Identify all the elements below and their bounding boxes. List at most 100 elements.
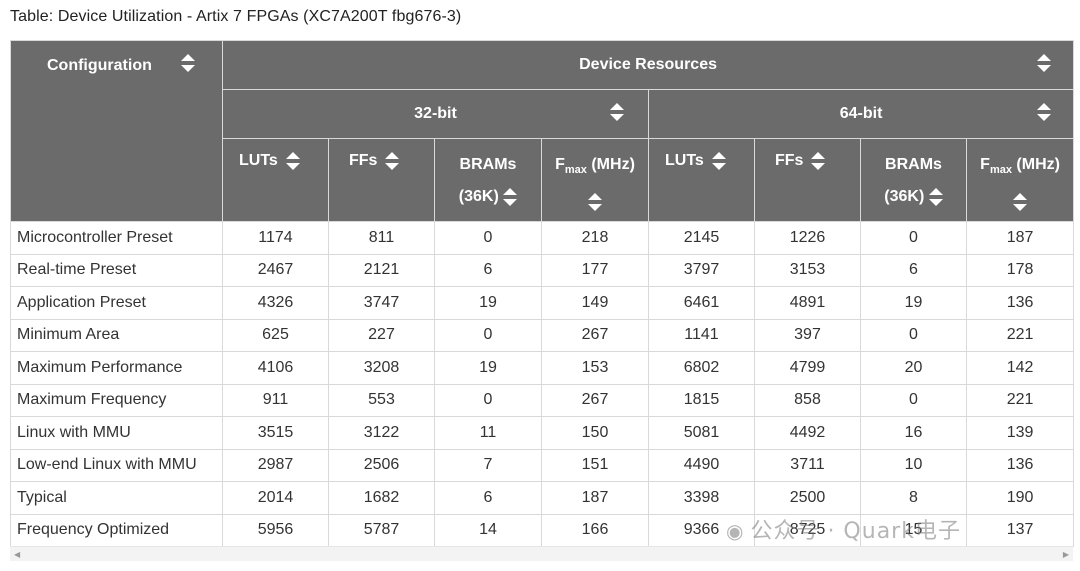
value-cell: 4799 [754,351,861,385]
header-64-luts[interactable]: LUTs [648,138,755,222]
value-cell: 2467 [222,253,329,287]
value-cell: 5956 [222,513,329,547]
value-cell: 20 [860,351,967,385]
value-cell: 151 [541,448,649,482]
value-cell: 3515 [222,416,329,450]
header-32-fmax[interactable]: Fmax (MHz) [541,138,649,222]
header-configuration-label: Configuration [47,57,152,74]
value-cell: 0 [434,383,542,417]
value-cell: 150 [541,416,649,450]
value-cell: 0 [860,383,967,417]
sort-icon[interactable] [385,151,400,171]
header-32-ffs[interactable]: FFs [328,138,435,222]
table-body: Microcontroller Preset 1174 811 0 218 2145 122… [10,221,1075,547]
watermark-text: 公众号 · Quark电子 [750,519,961,544]
config-name-cell: Linux with MMU [10,416,223,450]
sort-icon[interactable] [811,151,826,171]
header-brams-label-line2: (36K) [458,188,499,205]
sort-icon[interactable] [928,187,943,207]
value-cell: 136 [965,286,1075,320]
sort-icon[interactable] [1037,102,1052,122]
value-cell: 16 [860,416,967,450]
value-cell: 4326 [222,286,329,320]
value-cell: 7 [434,448,542,482]
value-cell: 149 [541,286,649,320]
value-cell: 267 [541,383,649,417]
value-cell: 5081 [648,416,755,450]
table-row: Linux with MMU 3515 3122 11 150 5081 4492 16 139 [10,416,1075,450]
header-ffs-label: FFs [349,152,378,169]
value-cell: 911 [222,383,329,417]
sort-icon[interactable] [610,102,624,122]
value-cell: 6461 [648,286,755,320]
header-device-resources[interactable]: Device Resources [221,40,1075,90]
value-cell: 625 [222,318,329,352]
value-cell: 190 [965,481,1075,515]
value-cell: 221 [965,318,1075,352]
header-brams-label-line1: BRAMs [885,156,942,173]
header-64-brams[interactable]: BRAMs (36K) [860,138,967,222]
header-64-fmax[interactable]: Fmax (MHz) [965,138,1075,222]
config-name-cell: Frequency Optimized [10,513,223,547]
sort-icon[interactable] [285,151,300,171]
value-cell: 19 [434,351,542,385]
header-64bit-label: 64-bit [839,105,883,122]
table-row: Application Preset 4326 3747 19 149 6461 4891 1… [10,286,1075,320]
header-32-brams[interactable]: BRAMs (36K) [434,138,542,222]
value-cell: 8 [860,481,967,515]
sort-icon[interactable] [1037,53,1052,73]
scroll-right-arrow-icon[interactable]: ▶ [1063,550,1069,559]
header-fmax-label: Fmax (MHz) [980,156,1060,176]
sort-icon[interactable] [503,187,518,207]
value-cell: 10 [860,448,967,482]
sort-icon[interactable] [588,192,602,212]
value-cell: 4490 [648,448,755,482]
table-row: Real-time Preset 2467 2121 6 177 3797 3153 6 178 [10,253,1075,287]
sort-icon[interactable] [711,151,726,171]
value-cell: 2500 [754,481,861,515]
header-32-luts[interactable]: LUTs [222,138,329,222]
value-cell: 1141 [648,318,755,352]
value-cell: 6 [434,253,542,287]
value-cell: 1815 [648,383,755,417]
config-name-cell: Low-end Linux with MMU [10,448,223,482]
header-brams-label-line2: (36K) [884,188,925,205]
value-cell: 3711 [754,448,861,482]
header-brams-label-line1: BRAMs [459,156,517,173]
sort-icon[interactable] [1013,192,1028,212]
table-row: Typical 2014 1682 6 187 3398 2500 8 190 [10,481,1075,515]
value-cell: 6802 [648,351,755,385]
value-cell: 3153 [754,253,861,287]
config-name-cell: Application Preset [10,286,223,320]
value-cell: 187 [965,221,1075,255]
header-ffs-label: FFs [775,152,804,169]
device-utilization-table: Configuration Device Resources 32-bit 64… [10,40,1075,547]
header-64bit[interactable]: 64-bit [647,89,1075,139]
value-cell: 218 [541,221,649,255]
value-cell: 19 [434,286,542,320]
header-32bit[interactable]: 32-bit [222,89,649,139]
sort-icon[interactable] [181,53,195,73]
value-cell: 177 [541,253,649,287]
header-luts-label: LUTs [239,152,278,169]
value-cell: 2145 [648,221,755,255]
value-cell: 6 [860,253,967,287]
value-cell: 4492 [754,416,861,450]
table-caption: Table: Device Utilization - Artix 7 FPGA… [10,8,462,25]
value-cell: 0 [434,221,542,255]
value-cell: 4891 [754,286,861,320]
scroll-left-arrow-icon[interactable]: ◀ [14,550,20,559]
config-name-cell: Maximum Performance [10,351,223,385]
config-name-cell: Typical [10,481,223,515]
table-row: Minimum Area 625 227 0 267 1141 397 0 221 [10,318,1075,352]
header-configuration[interactable]: Configuration [10,40,223,222]
value-cell: 2987 [222,448,329,482]
value-cell: 136 [965,448,1075,482]
horizontal-scrollbar[interactable]: ◀ ▶ [10,546,1073,561]
value-cell: 397 [754,318,861,352]
config-name-cell: Minimum Area [10,318,223,352]
value-cell: 3208 [328,351,435,385]
header-64-ffs[interactable]: FFs [754,138,861,222]
header-luts-label: LUTs [665,152,704,169]
value-cell: 811 [328,221,435,255]
